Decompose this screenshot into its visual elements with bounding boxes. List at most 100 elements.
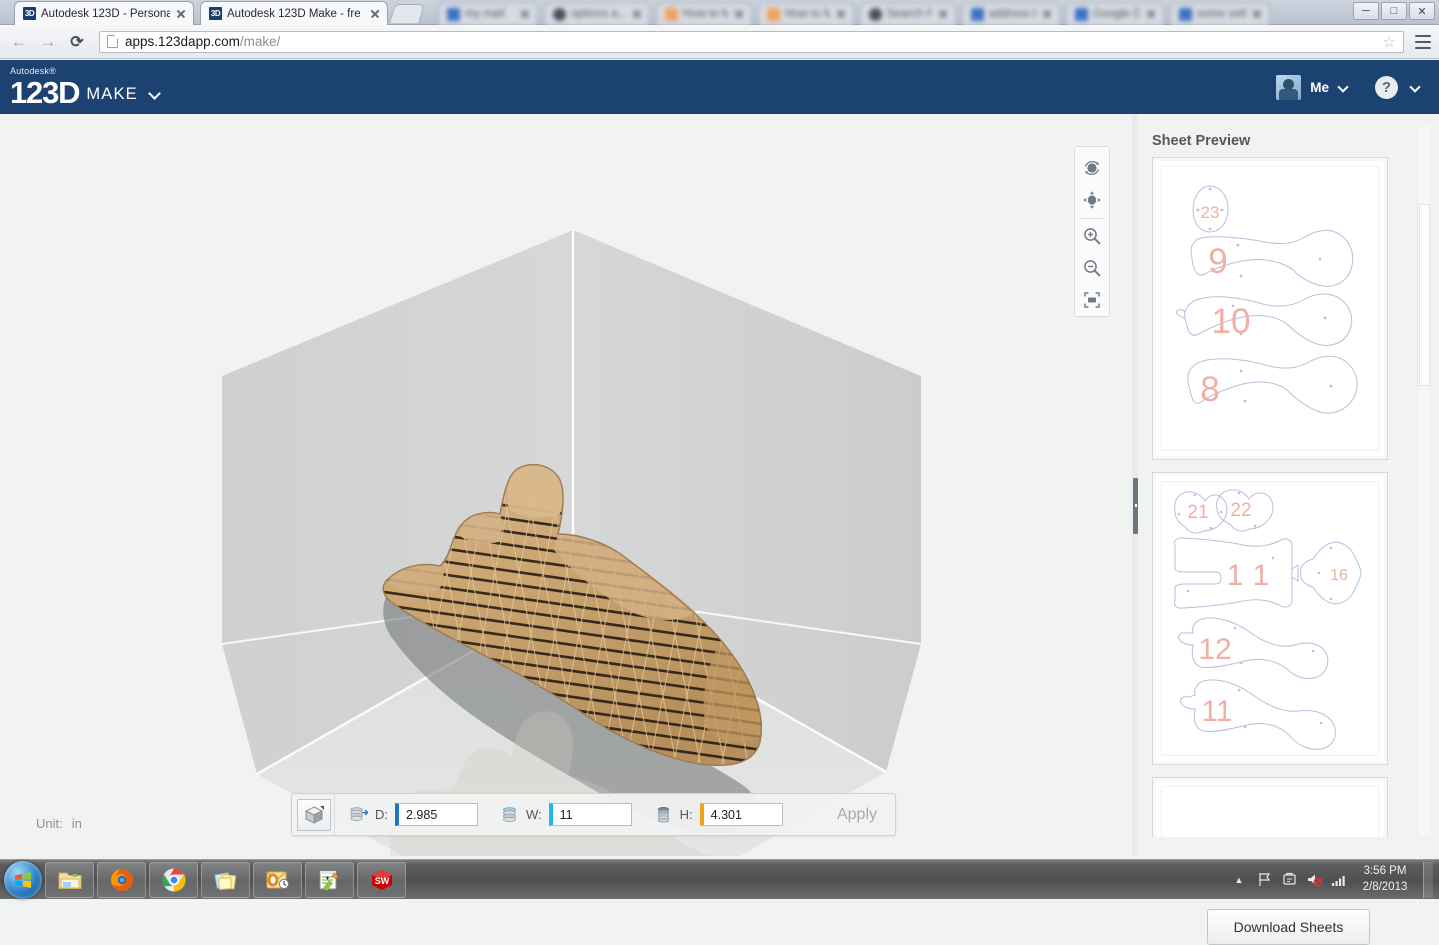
svg-text:23: 23 xyxy=(1201,203,1220,222)
sheet-card-2[interactable]: 21 22 1 1 16 12 11 xyxy=(1152,472,1388,765)
browser-tab-3[interactable]: options a... xyxy=(544,2,650,25)
tab-title: How to Ma... xyxy=(785,8,830,20)
solidworks-icon[interactable]: SW xyxy=(357,861,406,898)
tab-favicon xyxy=(971,7,984,21)
tab-favicon xyxy=(869,7,882,21)
model-viewport[interactable] xyxy=(0,114,1136,856)
app-logo[interactable]: Autodesk® 123D MAKE xyxy=(10,66,160,108)
close-icon[interactable] xyxy=(175,8,187,20)
file-explorer-icon[interactable] xyxy=(45,861,94,898)
browser-chrome: 3D Autodesk 123D - Personal 3D Autodesk … xyxy=(0,0,1439,60)
zoom-in-icon[interactable] xyxy=(1076,221,1108,253)
chevron-down-icon[interactable] xyxy=(149,88,160,99)
browser-tab-5[interactable]: How to Ma... xyxy=(758,2,854,25)
svg-text:1: 1 xyxy=(1227,559,1244,592)
depth-input[interactable]: 2.985 xyxy=(395,803,478,826)
menu-icon[interactable] xyxy=(1415,34,1431,49)
close-icon[interactable] xyxy=(835,8,847,20)
address-bar[interactable]: apps.123dapp.com/make/ ☆ xyxy=(99,30,1404,53)
apply-button[interactable]: Apply xyxy=(837,806,877,824)
tab-title: address bo... xyxy=(989,8,1036,20)
outlook-icon[interactable] xyxy=(253,861,302,898)
chevron-down-icon[interactable] xyxy=(1338,82,1349,93)
tab-favicon: 3D xyxy=(209,7,222,20)
url-host: apps.123dapp.com xyxy=(125,34,240,49)
depth-stack-icon xyxy=(350,807,368,821)
close-window-button[interactable]: ✕ xyxy=(1409,2,1435,20)
browser-tab-1[interactable]: 3D Autodesk 123D Make - fre xyxy=(200,1,388,25)
bounding-box-icon[interactable] xyxy=(297,798,331,831)
width-input[interactable]: 11 xyxy=(548,803,632,826)
pan-icon[interactable] xyxy=(1076,184,1108,216)
viewport-nav-controls xyxy=(1074,146,1110,317)
svg-text:11: 11 xyxy=(1201,695,1232,728)
flag-icon[interactable] xyxy=(1256,872,1272,888)
start-orb-icon[interactable] xyxy=(4,860,42,899)
height-input[interactable]: 4.301 xyxy=(699,803,783,826)
browser-tab-8[interactable]: Google Dri... xyxy=(1066,2,1164,25)
close-icon[interactable] xyxy=(369,8,381,20)
page-icon xyxy=(107,35,118,48)
browser-tab-9[interactable]: some settin... xyxy=(1170,2,1270,25)
download-sheets-button[interactable]: Download Sheets xyxy=(1206,909,1371,945)
size-toolbar: D: 2.985 W: 11 H: 4.301 Apply xyxy=(291,793,896,836)
sheet-panel-scrollbar[interactable] xyxy=(1417,126,1430,836)
windows-taskbar: SW ▲ 3:56 PM 2/8/2013 xyxy=(0,859,1439,899)
browser-tab-7[interactable]: address bo... xyxy=(962,2,1060,25)
action-center-icon[interactable] xyxy=(1281,872,1297,888)
chrome-icon[interactable] xyxy=(149,861,198,898)
browser-tabstrip: 3D Autodesk 123D - Personal 3D Autodesk … xyxy=(0,0,1439,25)
width-group: W: 11 xyxy=(489,803,643,826)
close-icon[interactable] xyxy=(1145,8,1157,20)
depth-value: 2.985 xyxy=(406,807,438,822)
orbit-icon[interactable] xyxy=(1076,152,1108,184)
avatar xyxy=(1276,74,1302,100)
browser-tab-4[interactable]: How to Ma... xyxy=(656,2,752,25)
notepad-plus-plus-icon[interactable] xyxy=(305,861,354,898)
reload-button[interactable]: ⟳ xyxy=(66,31,88,53)
sticky-notes-icon[interactable] xyxy=(201,861,250,898)
sheet-1-parts: 23 9 10 8 xyxy=(1176,185,1358,414)
depth-label: D: xyxy=(375,807,388,822)
scrollbar-thumb[interactable] xyxy=(1419,204,1430,386)
close-icon[interactable] xyxy=(937,8,949,20)
minimize-button[interactable]: ─ xyxy=(1353,2,1379,20)
speaker-muted-icon[interactable] xyxy=(1306,872,1322,888)
sheet-list[interactable]: 23 9 10 8 21 22 1 1 16 12 11 xyxy=(1152,157,1418,837)
browser-tab-6[interactable]: Search Res... xyxy=(860,2,956,25)
maximize-button[interactable]: □ xyxy=(1381,2,1407,20)
taskbar-clock[interactable]: 3:56 PM 2/8/2013 xyxy=(1356,864,1414,895)
close-icon[interactable] xyxy=(519,8,531,20)
close-icon[interactable] xyxy=(733,8,745,20)
forward-button[interactable]: → xyxy=(37,31,59,53)
show-desktop-button[interactable] xyxy=(1423,861,1433,898)
close-icon[interactable] xyxy=(631,8,643,20)
user-menu[interactable]: Me xyxy=(1276,74,1349,100)
browser-tab-0[interactable]: 3D Autodesk 123D - Personal xyxy=(14,1,194,25)
svg-text:21: 21 xyxy=(1187,502,1208,523)
bookmark-star-icon[interactable]: ☆ xyxy=(1383,33,1396,51)
chevron-down-icon[interactable] xyxy=(1410,82,1421,93)
sheet-inner-border xyxy=(1161,786,1379,837)
firefox-icon[interactable] xyxy=(97,861,146,898)
zoom-out-icon[interactable] xyxy=(1076,252,1108,284)
sheet-preview-title: Sheet Preview xyxy=(1152,133,1251,149)
close-icon[interactable] xyxy=(1251,8,1263,20)
unit-value: in xyxy=(71,816,82,831)
back-button[interactable]: ← xyxy=(8,31,30,53)
close-icon[interactable] xyxy=(1041,8,1053,20)
sheet-card-3[interactable] xyxy=(1152,777,1388,837)
svg-text:1: 1 xyxy=(1253,559,1270,592)
tab-title: my mail xyxy=(465,8,505,20)
new-tab-button[interactable] xyxy=(389,4,425,23)
network-signal-icon[interactable] xyxy=(1331,872,1347,888)
depth-group: D: 2.985 xyxy=(338,803,489,826)
fit-to-view-icon[interactable] xyxy=(1076,284,1108,316)
sheet-card-1[interactable]: 23 9 10 8 xyxy=(1152,157,1388,460)
show-hidden-icons-button[interactable]: ▲ xyxy=(1231,872,1247,888)
help-icon[interactable]: ? xyxy=(1375,75,1398,99)
browser-tab-2[interactable]: my mail xyxy=(438,2,538,25)
width-label: W: xyxy=(526,807,542,822)
help-menu[interactable]: ? xyxy=(1375,75,1421,99)
tab-title: How to Ma... xyxy=(683,8,728,20)
